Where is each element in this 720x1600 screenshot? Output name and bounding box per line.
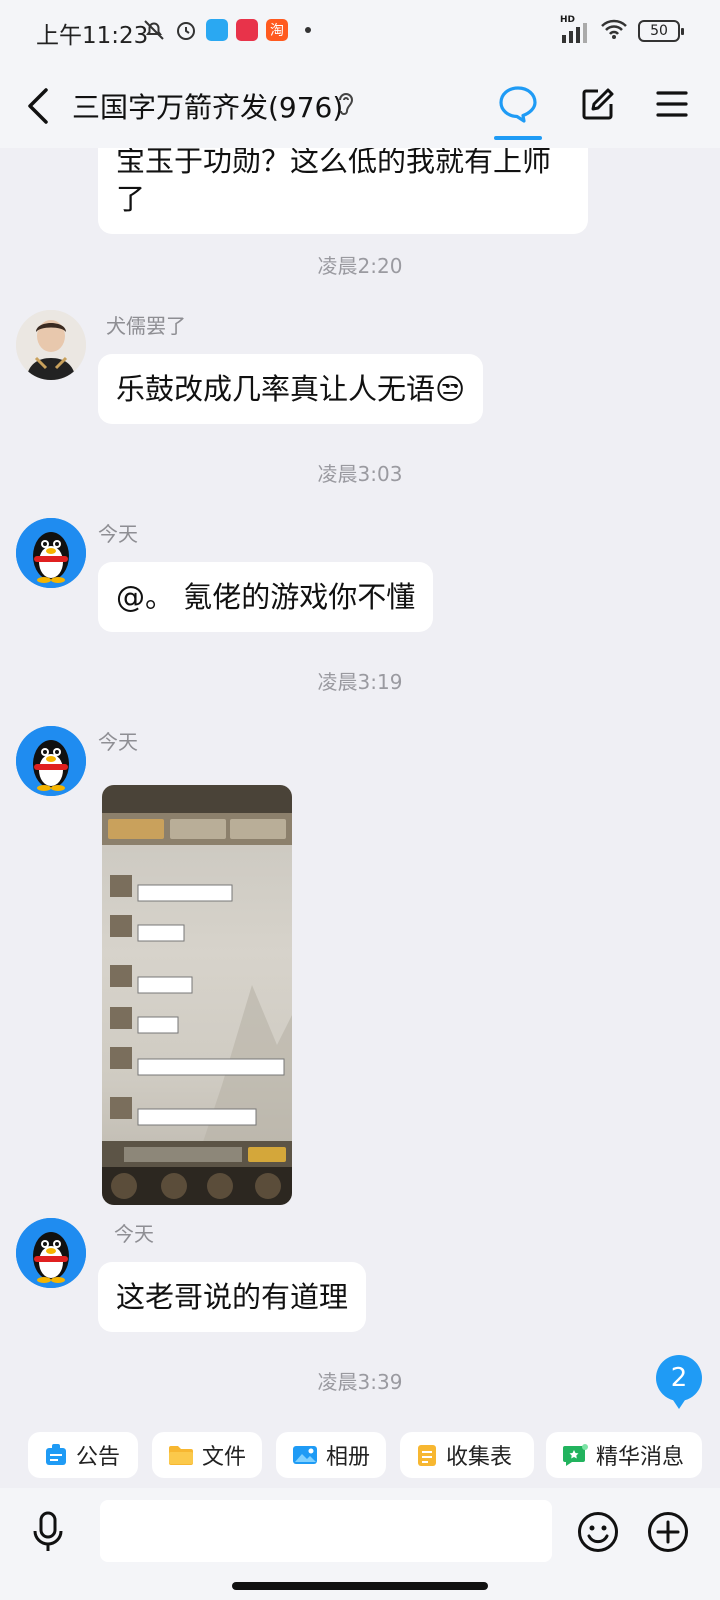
form-icon bbox=[418, 1445, 436, 1466]
message-text: 乐鼓改成几率真让人无语😒 bbox=[116, 372, 466, 406]
message-bubble[interactable]: 乐鼓改成几率真让人无语😒 bbox=[98, 354, 484, 424]
app-notification-icon bbox=[206, 19, 228, 41]
plus-circle-icon bbox=[648, 1512, 688, 1552]
message-list[interactable]: 宝玉于功勋？这么低的我就有上师了 凌晨2:20 犬儒罢了 乐鼓改成几率真让人无语… bbox=[0, 148, 720, 1420]
message-bubble[interactable]: 这老哥说的有道理 bbox=[98, 1262, 367, 1332]
game-screenshot-image bbox=[102, 785, 292, 1205]
ear-mode-icon[interactable] bbox=[336, 90, 354, 122]
chat-header: 三国字万箭齐发(976) bbox=[0, 66, 720, 148]
avatar[interactable] bbox=[16, 310, 86, 380]
tool-announcement[interactable]: 公告 bbox=[28, 1432, 138, 1478]
folder-icon bbox=[168, 1446, 193, 1465]
avatar[interactable] bbox=[16, 726, 86, 796]
back-button[interactable] bbox=[18, 84, 58, 128]
avatar[interactable] bbox=[16, 518, 86, 588]
battery-indicator: 50 bbox=[638, 20, 684, 42]
message-text: 这老哥说的有道理 bbox=[116, 1280, 349, 1314]
more-dot-icon bbox=[296, 18, 320, 42]
tool-label: 精华消息 bbox=[596, 1445, 685, 1470]
message-text: @。 氪佬的游戏你不懂 bbox=[116, 580, 416, 614]
active-tab-indicator bbox=[494, 136, 542, 140]
voice-input-button[interactable] bbox=[26, 1510, 70, 1554]
message-timestamp: 凌晨3:19 bbox=[317, 670, 403, 694]
announcement-icon bbox=[46, 1444, 66, 1465]
edit-icon bbox=[582, 88, 614, 120]
group-quick-tools: 公告 文件 相册 收集表 精华消息 bbox=[0, 1432, 720, 1482]
message-timestamp: 凌晨2:20 bbox=[317, 254, 403, 278]
chevron-left-icon bbox=[28, 88, 48, 124]
essence-icon bbox=[563, 1444, 588, 1466]
message-bubble[interactable]: 宝玉于功勋？这么低的我就有上师了 bbox=[98, 148, 588, 234]
status-bar: 上午11:23 淘 HD 50 bbox=[0, 0, 720, 66]
message-input[interactable] bbox=[100, 1500, 552, 1562]
compose-button[interactable] bbox=[574, 80, 622, 128]
sender-name[interactable]: 今天 bbox=[98, 518, 138, 547]
tool-album[interactable]: 相册 bbox=[276, 1432, 386, 1478]
tool-files[interactable]: 文件 bbox=[152, 1432, 262, 1478]
qq-penguin-icon bbox=[16, 726, 86, 796]
message-timestamp: 凌晨3:03 bbox=[317, 462, 403, 486]
microphone-icon bbox=[33, 1511, 63, 1551]
sender-name[interactable]: 今天 bbox=[98, 726, 138, 755]
avatar[interactable] bbox=[16, 1218, 86, 1288]
group-title[interactable]: 三国字万箭齐发(976) bbox=[72, 86, 343, 126]
mute-bell-icon bbox=[142, 18, 166, 42]
tool-essence-messages[interactable]: 精华消息 bbox=[546, 1432, 702, 1478]
signal-icon: HD bbox=[560, 15, 590, 43]
qq-penguin-icon bbox=[16, 1218, 86, 1288]
message-timestamp: 凌晨3:39 bbox=[317, 1370, 403, 1394]
tool-label: 公告 bbox=[76, 1445, 121, 1470]
home-indicator[interactable] bbox=[232, 1582, 488, 1590]
app-heart-icon bbox=[236, 19, 258, 41]
tool-label: 文件 bbox=[201, 1445, 246, 1470]
tool-label: 收集表 bbox=[446, 1445, 513, 1470]
unread-count-badge[interactable]: 2 bbox=[656, 1355, 702, 1409]
message-text: 宝玉于功勋？这么低的我就有上师了 bbox=[116, 148, 552, 216]
smiley-icon bbox=[578, 1512, 618, 1552]
chat-tab-button[interactable] bbox=[492, 78, 544, 130]
input-bar bbox=[0, 1488, 720, 1600]
wifi-icon bbox=[600, 18, 628, 44]
alarm-icon bbox=[174, 18, 198, 42]
tool-collection-form[interactable]: 收集表 bbox=[400, 1432, 534, 1478]
menu-button[interactable] bbox=[648, 80, 696, 128]
hamburger-menu-icon bbox=[656, 91, 688, 117]
album-icon bbox=[292, 1446, 317, 1464]
tool-label: 相册 bbox=[325, 1445, 370, 1470]
status-time: 上午11:23 bbox=[36, 23, 149, 49]
image-message[interactable] bbox=[102, 785, 292, 1205]
message-bubble[interactable]: @。 氪佬的游戏你不懂 bbox=[98, 562, 434, 632]
network-label: HD bbox=[560, 15, 576, 25]
more-actions-button[interactable] bbox=[644, 1508, 692, 1556]
sender-name[interactable]: 犬儒罢了 bbox=[106, 310, 186, 339]
qq-penguin-icon bbox=[16, 518, 86, 588]
status-notification-icons: 淘 bbox=[142, 18, 320, 42]
chat-bubble-icon bbox=[499, 86, 537, 123]
status-system-icons: HD 50 bbox=[560, 15, 684, 44]
taobao-icon: 淘 bbox=[266, 19, 288, 41]
sender-name[interactable]: 今天 bbox=[114, 1218, 154, 1247]
emoji-button[interactable] bbox=[574, 1508, 622, 1556]
